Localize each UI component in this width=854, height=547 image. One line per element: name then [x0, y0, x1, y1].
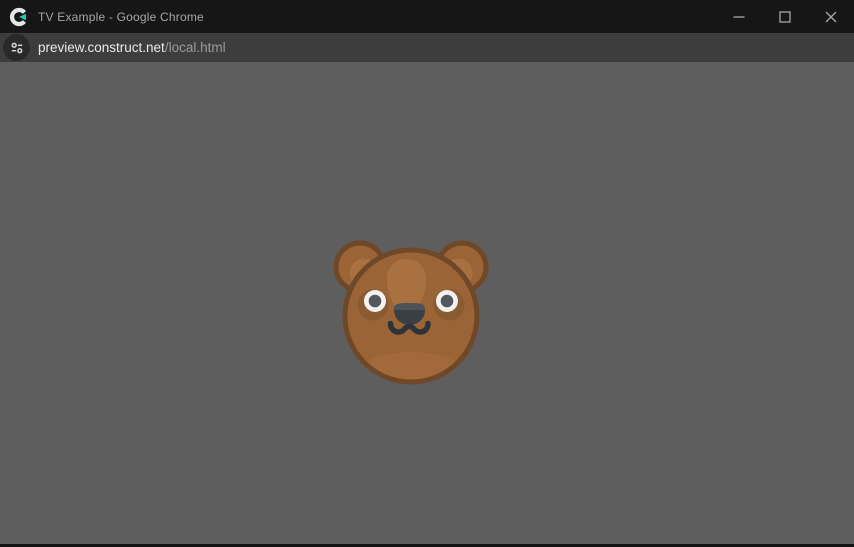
window-titlebar[interactable]: TV Example - Google Chrome — [0, 0, 854, 33]
bear-pupil-left — [369, 295, 382, 308]
close-button[interactable] — [808, 0, 854, 33]
url-origin: preview.construct.net — [38, 40, 165, 55]
construct-favicon-icon — [9, 7, 29, 27]
browser-window: TV Example - Google Chrome — [0, 0, 854, 547]
maximize-icon — [779, 11, 791, 23]
site-settings-button[interactable] — [3, 34, 30, 61]
minimize-icon — [733, 11, 745, 23]
bear-pupil-right — [441, 295, 454, 308]
window-title: TV Example - Google Chrome — [38, 10, 204, 24]
url-bar: preview.construct.net/local.html — [0, 33, 854, 62]
minimize-button[interactable] — [716, 0, 762, 33]
url-path: /local.html — [165, 40, 226, 55]
page-content — [0, 62, 854, 544]
tune-icon — [9, 40, 25, 56]
bear-face-sprite[interactable] — [331, 236, 491, 396]
favicon-play-triangle — [19, 13, 26, 20]
page-url: preview.construct.net/local.html — [38, 40, 226, 55]
maximize-button[interactable] — [762, 0, 808, 33]
close-icon — [825, 11, 837, 23]
window-controls — [716, 0, 854, 33]
